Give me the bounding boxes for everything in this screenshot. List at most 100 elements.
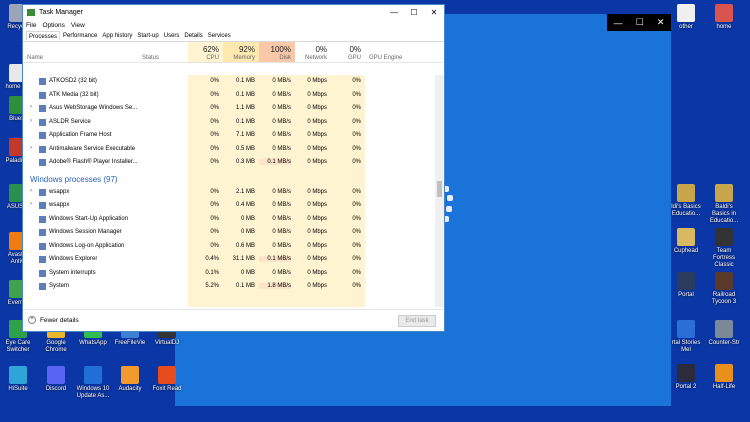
desktop-icon[interactable]: Windows 10 Update As... bbox=[75, 366, 111, 400]
desktop-icon[interactable]: Portal bbox=[668, 272, 704, 299]
process-name: Antimalware Service Executable bbox=[49, 145, 136, 152]
desktop-icon[interactable]: Foxit Read bbox=[149, 366, 185, 393]
process-name: System bbox=[49, 283, 70, 289]
desktop-icon[interactable]: Counter-Str bbox=[706, 320, 742, 347]
process-net-value: 0 Mbps bbox=[307, 188, 327, 195]
process-row[interactable]: › wsappx 0% 2.1 MB 0 MB/s 0 Mbps 0% bbox=[23, 186, 434, 200]
process-net-value: 0 Mbps bbox=[307, 202, 327, 208]
desktop-icon-label: other bbox=[679, 24, 693, 30]
process-disk-value: 0 MB/s bbox=[272, 105, 291, 111]
process-cpu-value: 0.1% bbox=[205, 269, 219, 276]
app-icon bbox=[715, 320, 733, 338]
process-name: ASLDR Service bbox=[49, 118, 91, 125]
process-gpu-value: 0% bbox=[352, 105, 361, 111]
process-row[interactable]: System 5.2% 0.1 MB 1.8 MB/s 0 Mbps 0% bbox=[23, 280, 434, 294]
background-window-close-button[interactable]: ✕ bbox=[657, 17, 665, 28]
process-row[interactable]: ATK Media (32 bit) 0% 0.1 MB 0 MB/s 0 Mbps 0% bbox=[23, 89, 434, 103]
desktop-icon[interactable]: Cuphead bbox=[668, 228, 704, 255]
end-task-button[interactable]: End task bbox=[398, 315, 436, 327]
app-icon bbox=[715, 364, 733, 382]
process-row[interactable]: Windows Log-on Application 0% 0.6 MB 0 MB/s… bbox=[23, 240, 434, 254]
desktop-icon-label: Team Fortress Classic bbox=[712, 248, 735, 268]
desktop-icon[interactable]: home bbox=[706, 4, 742, 31]
desktop-icon[interactable]: Team Fortress Classic bbox=[706, 228, 742, 269]
tab-users[interactable]: Users bbox=[162, 31, 182, 41]
process-cpu-value: 0% bbox=[210, 159, 219, 165]
desktop-icon-label: WhatsApp bbox=[79, 340, 107, 346]
process-row[interactable]: Windows Start-Up Application 0% 0 MB 0 MB/s… bbox=[23, 213, 434, 227]
process-cpu-value: 0% bbox=[210, 215, 219, 222]
process-row[interactable]: › wsappx 0% 0.4 MB 0 MB/s 0 Mbps 0% bbox=[23, 199, 434, 213]
process-cpu-value: 0% bbox=[210, 242, 219, 249]
process-gpu-value: 0% bbox=[352, 229, 361, 235]
process-mem-value: 0.1 MB bbox=[235, 91, 255, 98]
process-row[interactable]: Application Frame Host 0% 7.1 MB 0 MB/s 0 Mb… bbox=[23, 129, 434, 143]
desktop-icon[interactable]: other bbox=[668, 4, 704, 31]
menu-file[interactable]: File bbox=[26, 22, 36, 29]
tab-performance[interactable]: Performance bbox=[61, 31, 99, 41]
column-network[interactable]: 0% Network bbox=[295, 42, 331, 62]
process-gpu-value: 0% bbox=[352, 188, 361, 195]
tab-processes[interactable]: Processes bbox=[26, 31, 61, 41]
chevron-right-icon[interactable]: › bbox=[30, 145, 32, 151]
process-name: Application Frame Host bbox=[49, 132, 112, 138]
tab-startup[interactable]: Start-up bbox=[135, 31, 160, 41]
column-memory[interactable]: 92% Memory bbox=[223, 42, 259, 62]
process-cpu-value: 0% bbox=[210, 118, 219, 125]
desktop-icon-label: HiSuite bbox=[8, 386, 28, 392]
desktop-icon[interactable]: ldi's Basics Educatio... bbox=[668, 184, 704, 218]
process-row[interactable]: › ASLDR Service 0% 0.1 MB 0 MB/s 0 Mbps 0% bbox=[23, 116, 434, 130]
process-net-value: 0 Mbps bbox=[307, 105, 327, 111]
app-icon bbox=[84, 366, 102, 384]
app-icon bbox=[715, 272, 733, 290]
task-manager-icon bbox=[27, 8, 35, 16]
desktop-icon[interactable]: Railroad Tycoon 3 bbox=[706, 272, 742, 306]
desktop-icon[interactable]: Half-Life bbox=[706, 364, 742, 391]
process-row[interactable]: ATKOSD2 (32 bit) 0% 0.1 MB 0 MB/s 0 Mbps 0% bbox=[23, 75, 434, 89]
menu-options[interactable]: Options bbox=[42, 22, 64, 29]
desktop-icon[interactable]: Discord bbox=[38, 366, 74, 393]
chevron-right-icon[interactable]: › bbox=[30, 201, 32, 207]
process-name: Windows Log-on Application bbox=[49, 242, 125, 249]
process-row[interactable]: › Antimalware Service Executable 0% 0.5 MB 0… bbox=[23, 143, 434, 157]
process-gpu-value: 0% bbox=[352, 145, 361, 152]
column-gpu[interactable]: 0% GPU bbox=[331, 42, 365, 62]
column-cpu[interactable]: 62% CPU bbox=[188, 42, 223, 62]
tab-app-history[interactable]: App history bbox=[100, 31, 134, 41]
column-status[interactable]: Status bbox=[138, 42, 188, 62]
background-window-minimize-button[interactable]: — bbox=[614, 18, 623, 28]
process-row[interactable]: System interrupts 0.1% 0 MB 0 MB/s 0 Mbps 0% bbox=[23, 267, 434, 281]
process-row[interactable]: › Asus WebStorage Windows Se... 0% 1.1 MB 0 … bbox=[23, 102, 434, 116]
app-icon bbox=[47, 366, 65, 384]
process-mem-value: 0.5 MB bbox=[235, 145, 255, 152]
maximize-button[interactable]: ☐ bbox=[404, 8, 424, 17]
desktop-icon[interactable]: Audacity bbox=[112, 366, 148, 393]
scrollbar-thumb[interactable] bbox=[437, 181, 442, 197]
desktop-icon[interactable]: rtal Stories Mel bbox=[668, 320, 704, 354]
tab-services[interactable]: Services bbox=[206, 31, 233, 41]
process-row[interactable]: Adobe® Flash® Player Installer... 0% 0.3 M… bbox=[23, 156, 434, 170]
fewer-details-button[interactable]: ^ Fewer details bbox=[28, 316, 79, 324]
process-row[interactable]: Windows Explorer 0.4% 31.1 MB 0.1 MB/s 0 Mbp… bbox=[23, 253, 434, 267]
process-list: ATKOSD2 (32 bit) 0% 0.1 MB 0 MB/s 0 Mbps 0% AT… bbox=[23, 75, 434, 307]
process-net-value: 0 Mbps bbox=[307, 118, 327, 125]
column-name[interactable]: Name bbox=[23, 42, 138, 62]
background-window-maximize-button[interactable]: ☐ bbox=[636, 17, 644, 28]
process-row[interactable]: Windows Session Manager 0% 0 MB 0 MB/s 0 Mbp… bbox=[23, 226, 434, 240]
minimize-button[interactable]: — bbox=[384, 8, 404, 17]
vertical-scrollbar[interactable] bbox=[435, 75, 444, 307]
desktop-icon-label: home bbox=[716, 24, 732, 30]
chevron-right-icon[interactable]: › bbox=[30, 104, 32, 110]
tab-details[interactable]: Details bbox=[182, 31, 204, 41]
app-icon bbox=[677, 228, 695, 246]
desktop-icon[interactable]: Baldi's Basics in Educatio... bbox=[706, 184, 742, 225]
desktop-icon[interactable]: HiSuite bbox=[0, 366, 36, 393]
close-button[interactable]: ✕ bbox=[424, 8, 444, 17]
chevron-right-icon[interactable]: › bbox=[30, 118, 32, 124]
menu-view[interactable]: View bbox=[71, 22, 85, 29]
column-gpu-engine[interactable]: GPU Engine bbox=[365, 42, 425, 62]
chevron-right-icon[interactable]: › bbox=[30, 188, 32, 194]
column-header: Name Status 62% CPU 92% Memory 100% Disk 0%… bbox=[23, 42, 444, 63]
desktop-icon[interactable]: Portal 2 bbox=[668, 364, 704, 391]
column-disk[interactable]: 100% Disk bbox=[259, 42, 295, 62]
